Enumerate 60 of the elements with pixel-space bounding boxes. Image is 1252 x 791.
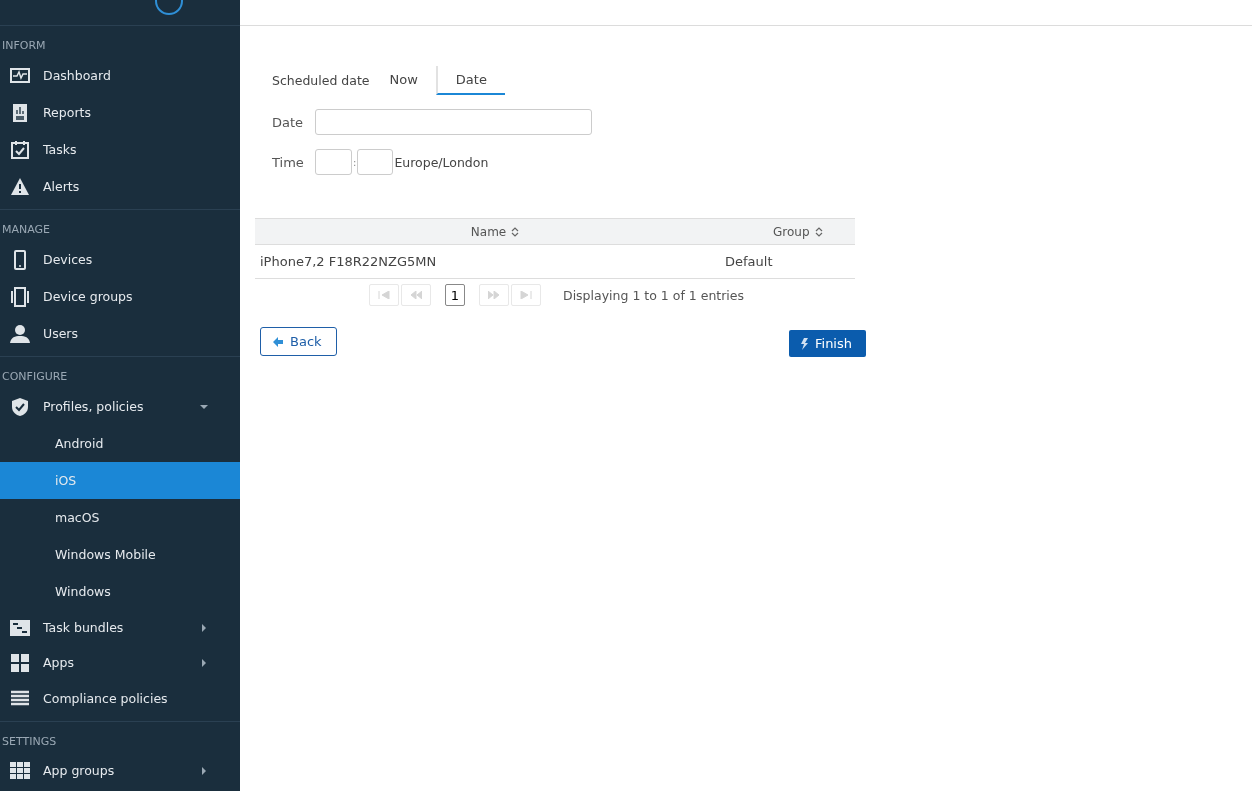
column-header[interactable]: Name [470,224,520,239]
sidebar-item[interactable]: Users [0,315,240,352]
sidebar-item[interactable]: Devices [0,241,240,278]
time-separator: : [352,156,358,168]
date-input-field[interactable] [315,109,592,135]
caret-right-icon [200,766,208,775]
schedule-tab[interactable]: Date [435,66,505,95]
sort-icon [814,226,823,237]
grid-icon [10,760,30,781]
section-header: SETTINGS [1,734,58,750]
minute-input-field[interactable] [357,149,394,175]
caret-right-icon [200,658,208,667]
sidebar-item[interactable]: Task bundles [0,610,240,645]
field-label: Date [271,114,305,130]
sidebar-item[interactable]: Device groups [0,278,240,315]
warning-icon [10,176,30,197]
lightning-icon [799,337,811,350]
table-cell: iPhone7,2 F18R22NZG5MN [260,254,437,269]
column-header[interactable]: Group [773,224,823,239]
sort-icon [511,226,520,237]
page-button[interactable]: 1 [445,284,465,306]
right-arrow-icon [520,291,532,299]
caret-down-icon [200,402,208,411]
sidebar-item[interactable]: Alerts [0,168,240,205]
left-arrow-icon [378,291,390,299]
sidebar-subitem[interactable]: Android [0,425,240,462]
bar-chart-document-icon [10,102,30,123]
bundle-blocks-icon [10,617,30,638]
stacked-devices-icon [10,286,30,307]
pulse-monitor-icon [10,65,30,86]
schedule-tab[interactable]: Now [369,66,436,95]
left-arrow-icon [272,335,284,348]
finish-button[interactable]: Finish [789,330,866,357]
section-header: INFORM [1,38,47,54]
sidebar-item[interactable]: Tasks [0,131,240,168]
left-arrow-icon [410,291,422,299]
sidebar-item[interactable]: Reports [0,94,240,131]
field-label: Time [271,154,305,170]
caret-right-icon [200,623,208,632]
table-cell: Default [725,254,773,269]
section-header: CONFIGURE [1,369,69,385]
pagination-summary: Displaying 1 to 1 of 1 entries [563,287,745,303]
sidebar-item[interactable]: Dashboard [0,57,240,94]
sidebar-subitem[interactable]: macOS [0,499,240,536]
back-button[interactable]: Back [260,327,337,356]
sidebar-subitem[interactable]: Windows [0,573,240,610]
shield-check-icon [10,396,30,417]
section-header: MANAGE [1,222,52,238]
user-icon [10,323,30,344]
timezone-label: Europe/London [394,154,489,170]
right-arrow-icon [488,291,500,299]
calendar-check-icon [10,139,30,160]
sidebar-item[interactable]: App groups [0,753,240,788]
sidebar-item[interactable]: Apps [0,645,240,680]
four-squares-icon [10,652,30,673]
sidebar-item[interactable]: Profiles, policies [0,388,240,425]
hour-input-field[interactable] [315,149,352,175]
sidebar-subitem[interactable]: Windows Mobile [0,536,240,573]
sidebar-item[interactable]: Compliance policies [0,680,240,717]
field-label: Scheduled date [271,73,370,88]
